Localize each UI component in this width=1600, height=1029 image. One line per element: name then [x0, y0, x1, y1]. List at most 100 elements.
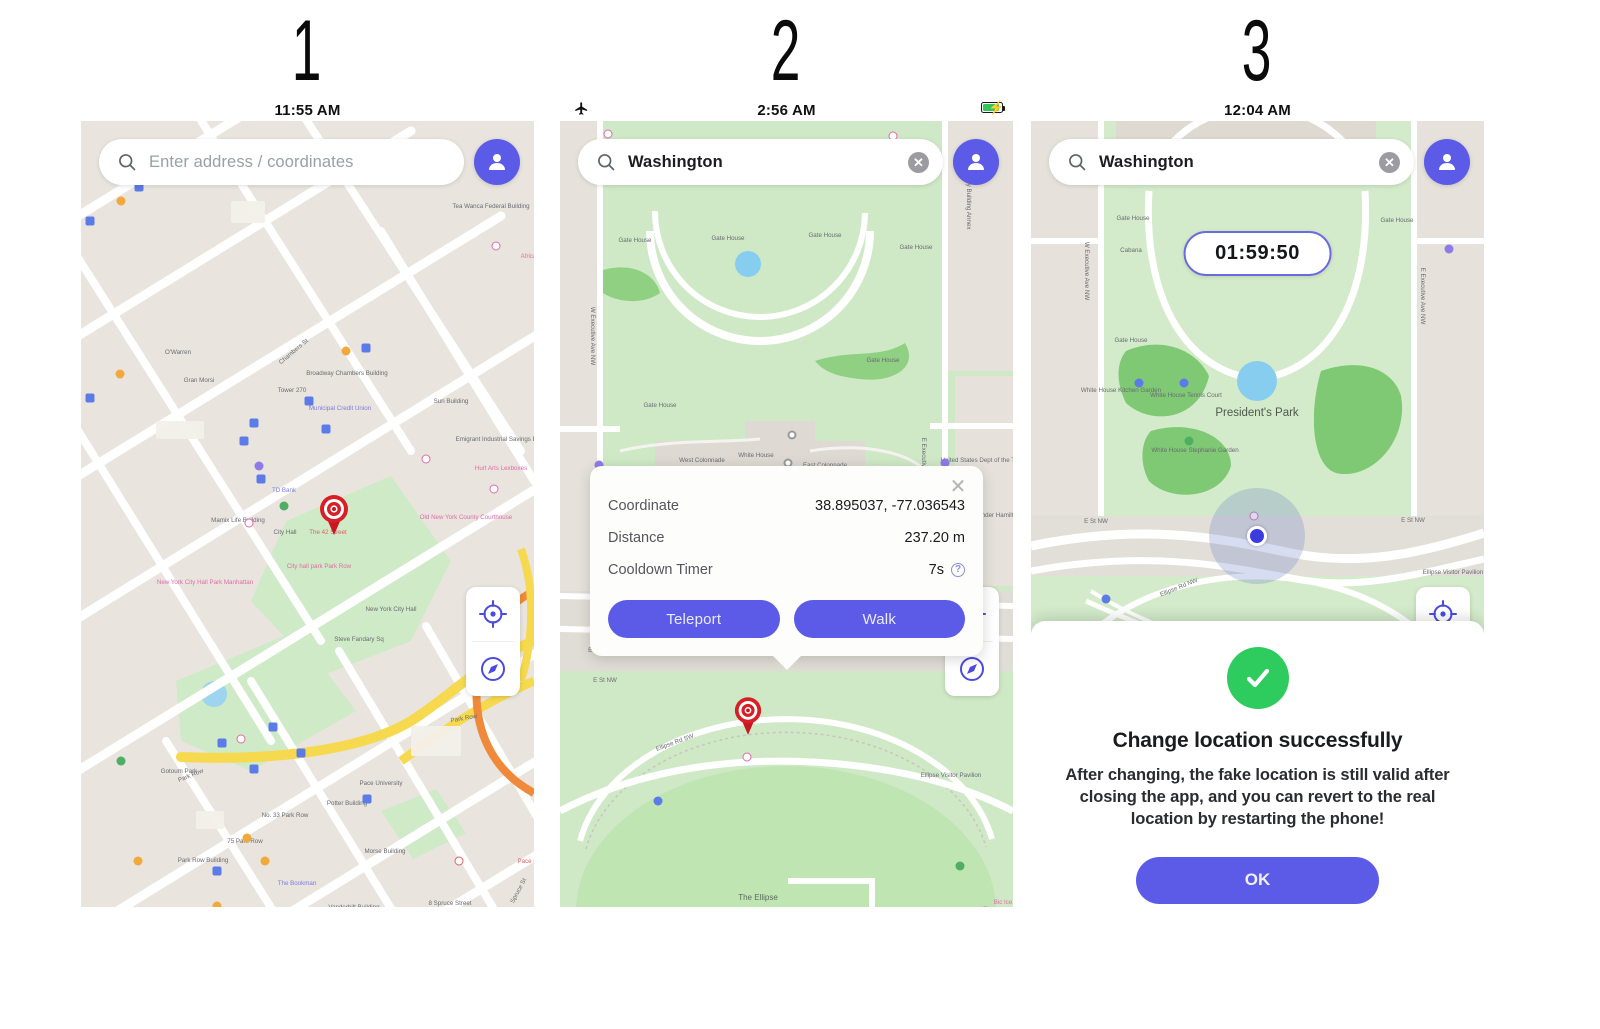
cooldown-value-text: 7s	[928, 562, 944, 578]
map-poi-icon[interactable]	[254, 461, 264, 471]
phone-screenshot-2: 2:56 AM ⚡ Gate House Gate House Gate Hou…	[560, 99, 1013, 907]
crosshair-target-icon	[479, 600, 507, 628]
map-poi-icon[interactable]	[268, 722, 278, 732]
map-canvas-3[interactable]: Gate House Gate House Gate House W Executiv…	[1031, 121, 1484, 907]
map-poi-icon[interactable]	[421, 454, 431, 464]
close-x-icon[interactable]: ✕	[949, 477, 967, 497]
search-value-3: Washington	[1099, 152, 1194, 171]
search-icon	[1069, 154, 1086, 171]
map-poi-icon[interactable]	[217, 738, 227, 748]
user-avatar-icon	[968, 154, 984, 170]
map-poi-icon[interactable]	[362, 794, 372, 804]
info-label-distance: Distance	[608, 530, 665, 546]
card-action-buttons: Teleport Walk	[608, 600, 965, 638]
location-info-card: ✕ Coordinate 38.895037, -77.036543 Dista…	[590, 466, 983, 670]
phone-screenshot-3: 12:04 AM Gate House Gate House Gate Hous…	[1031, 99, 1484, 907]
teleport-button[interactable]: Teleport	[608, 600, 780, 638]
map-poi-icon[interactable]	[279, 501, 289, 511]
location-pin-marker-2[interactable]	[733, 696, 763, 741]
map-poi-icon[interactable]	[603, 129, 613, 139]
map-poi-icon[interactable]	[653, 796, 663, 806]
map-poi-icon[interactable]	[787, 430, 797, 440]
user-avatar-button-3[interactable]	[1424, 139, 1470, 185]
user-avatar-button-2[interactable]	[953, 139, 999, 185]
map-poi-icon[interactable]	[1179, 378, 1189, 388]
map-poi-icon[interactable]	[85, 216, 95, 226]
walk-button[interactable]: Walk	[793, 600, 965, 638]
map-poi-icon[interactable]	[242, 833, 252, 843]
map-poi-icon[interactable]	[489, 484, 499, 494]
clear-search-button-2[interactable]: ✕	[908, 151, 929, 173]
airplane-mode-icon	[574, 101, 589, 120]
map-water-feature	[735, 251, 761, 277]
checkmark-glyph	[1246, 668, 1269, 688]
green-check-circle-icon	[1226, 647, 1289, 709]
user-avatar-icon	[1439, 154, 1455, 170]
map-poi-icon[interactable]	[260, 856, 270, 866]
question-circle-icon[interactable]: ?	[951, 563, 965, 577]
map-poi-icon[interactable]	[256, 474, 266, 484]
red-target-pin-icon	[320, 495, 348, 535]
phone-screenshot-1: 11:55 AM Tea Wanca Federal Building Afri…	[81, 99, 534, 907]
map-poi-icon[interactable]	[85, 393, 95, 403]
map-poi-icon[interactable]	[249, 418, 259, 428]
map-poi-icon[interactable]	[116, 196, 126, 206]
map-poi-icon[interactable]	[491, 241, 501, 251]
center-on-location-button-1[interactable]	[466, 587, 520, 641]
info-row-coordinate: Coordinate 38.895037, -77.036543	[608, 498, 965, 514]
map-poi-icon[interactable]	[1184, 436, 1194, 446]
map-poi-icon[interactable]	[1444, 244, 1454, 254]
status-clock: 11:55 AM	[274, 101, 341, 119]
map-poi-icon[interactable]	[341, 346, 351, 356]
clear-search-button-3[interactable]: ✕	[1379, 151, 1400, 173]
map-canvas-2[interactable]: Gate House Gate House Gate House Gate House…	[560, 121, 1013, 907]
search-icon	[119, 154, 136, 171]
step-number-2: 2	[770, 3, 801, 99]
search-row-1: Enter address / coordinates	[81, 139, 534, 185]
map-controls-1	[466, 587, 520, 696]
map-poi-icon[interactable]	[304, 396, 314, 406]
user-avatar-icon	[489, 154, 505, 170]
map-vector-nyc	[81, 121, 534, 907]
map-poi-icon[interactable]	[239, 436, 249, 446]
map-poi-icon[interactable]	[212, 901, 222, 907]
step-number-1: 1	[291, 3, 322, 99]
user-avatar-button-1[interactable]	[474, 139, 520, 185]
map-poi-icon[interactable]	[1134, 378, 1144, 388]
map-poi-icon[interactable]	[244, 518, 254, 528]
map-canvas-1[interactable]: Tea Wanca Federal BuildingAfrican Burial…	[81, 121, 534, 907]
search-input-3[interactable]: Washington ✕	[1049, 139, 1414, 185]
map-poi-icon[interactable]	[212, 866, 222, 876]
map-poi-icon[interactable]	[955, 861, 965, 871]
status-bar-3: 12:04 AM	[1031, 99, 1484, 121]
map-poi-icon[interactable]	[133, 856, 143, 866]
map-poi-icon[interactable]	[454, 856, 464, 866]
cooldown-timer-pill: 01:59:50	[1183, 231, 1332, 276]
info-label-cooldown-timer: Cooldown Timer	[608, 562, 713, 578]
dialog-title: Change location successfully	[1112, 729, 1403, 752]
location-pin-marker-1[interactable]	[318, 494, 350, 541]
step-number-3: 3	[1241, 3, 1272, 99]
red-target-pin-icon	[734, 697, 762, 735]
search-input-1[interactable]: Enter address / coordinates	[99, 139, 464, 185]
search-icon	[598, 154, 615, 171]
map-poi-icon[interactable]	[115, 369, 125, 379]
ok-button[interactable]: OK	[1136, 856, 1379, 904]
battery-charging-icon: ⚡	[981, 101, 1005, 114]
map-poi-icon[interactable]	[742, 752, 752, 762]
compass-button-1[interactable]	[466, 642, 520, 696]
map-poi-icon[interactable]	[249, 764, 259, 774]
info-row-cooldown-timer: Cooldown Timer 7s ?	[608, 562, 965, 578]
map-poi-icon[interactable]	[236, 734, 246, 744]
info-value-cooldown-timer: 7s ?	[929, 562, 965, 578]
compass-icon	[481, 657, 505, 681]
search-input-2[interactable]: Washington ✕	[578, 139, 943, 185]
search-row-2: Washington ✕	[560, 139, 1013, 185]
map-water-feature	[1237, 361, 1277, 401]
map-poi-icon[interactable]	[116, 756, 126, 766]
map-poi-icon[interactable]	[296, 748, 306, 758]
map-poi-icon[interactable]	[361, 343, 371, 353]
map-poi-icon[interactable]	[1101, 594, 1111, 604]
tutorial-screenshot-canvas: 1 2 3 11:55 AM Tea Wanca Federal Buildin…	[0, 0, 1600, 1029]
map-poi-icon[interactable]	[321, 424, 331, 434]
